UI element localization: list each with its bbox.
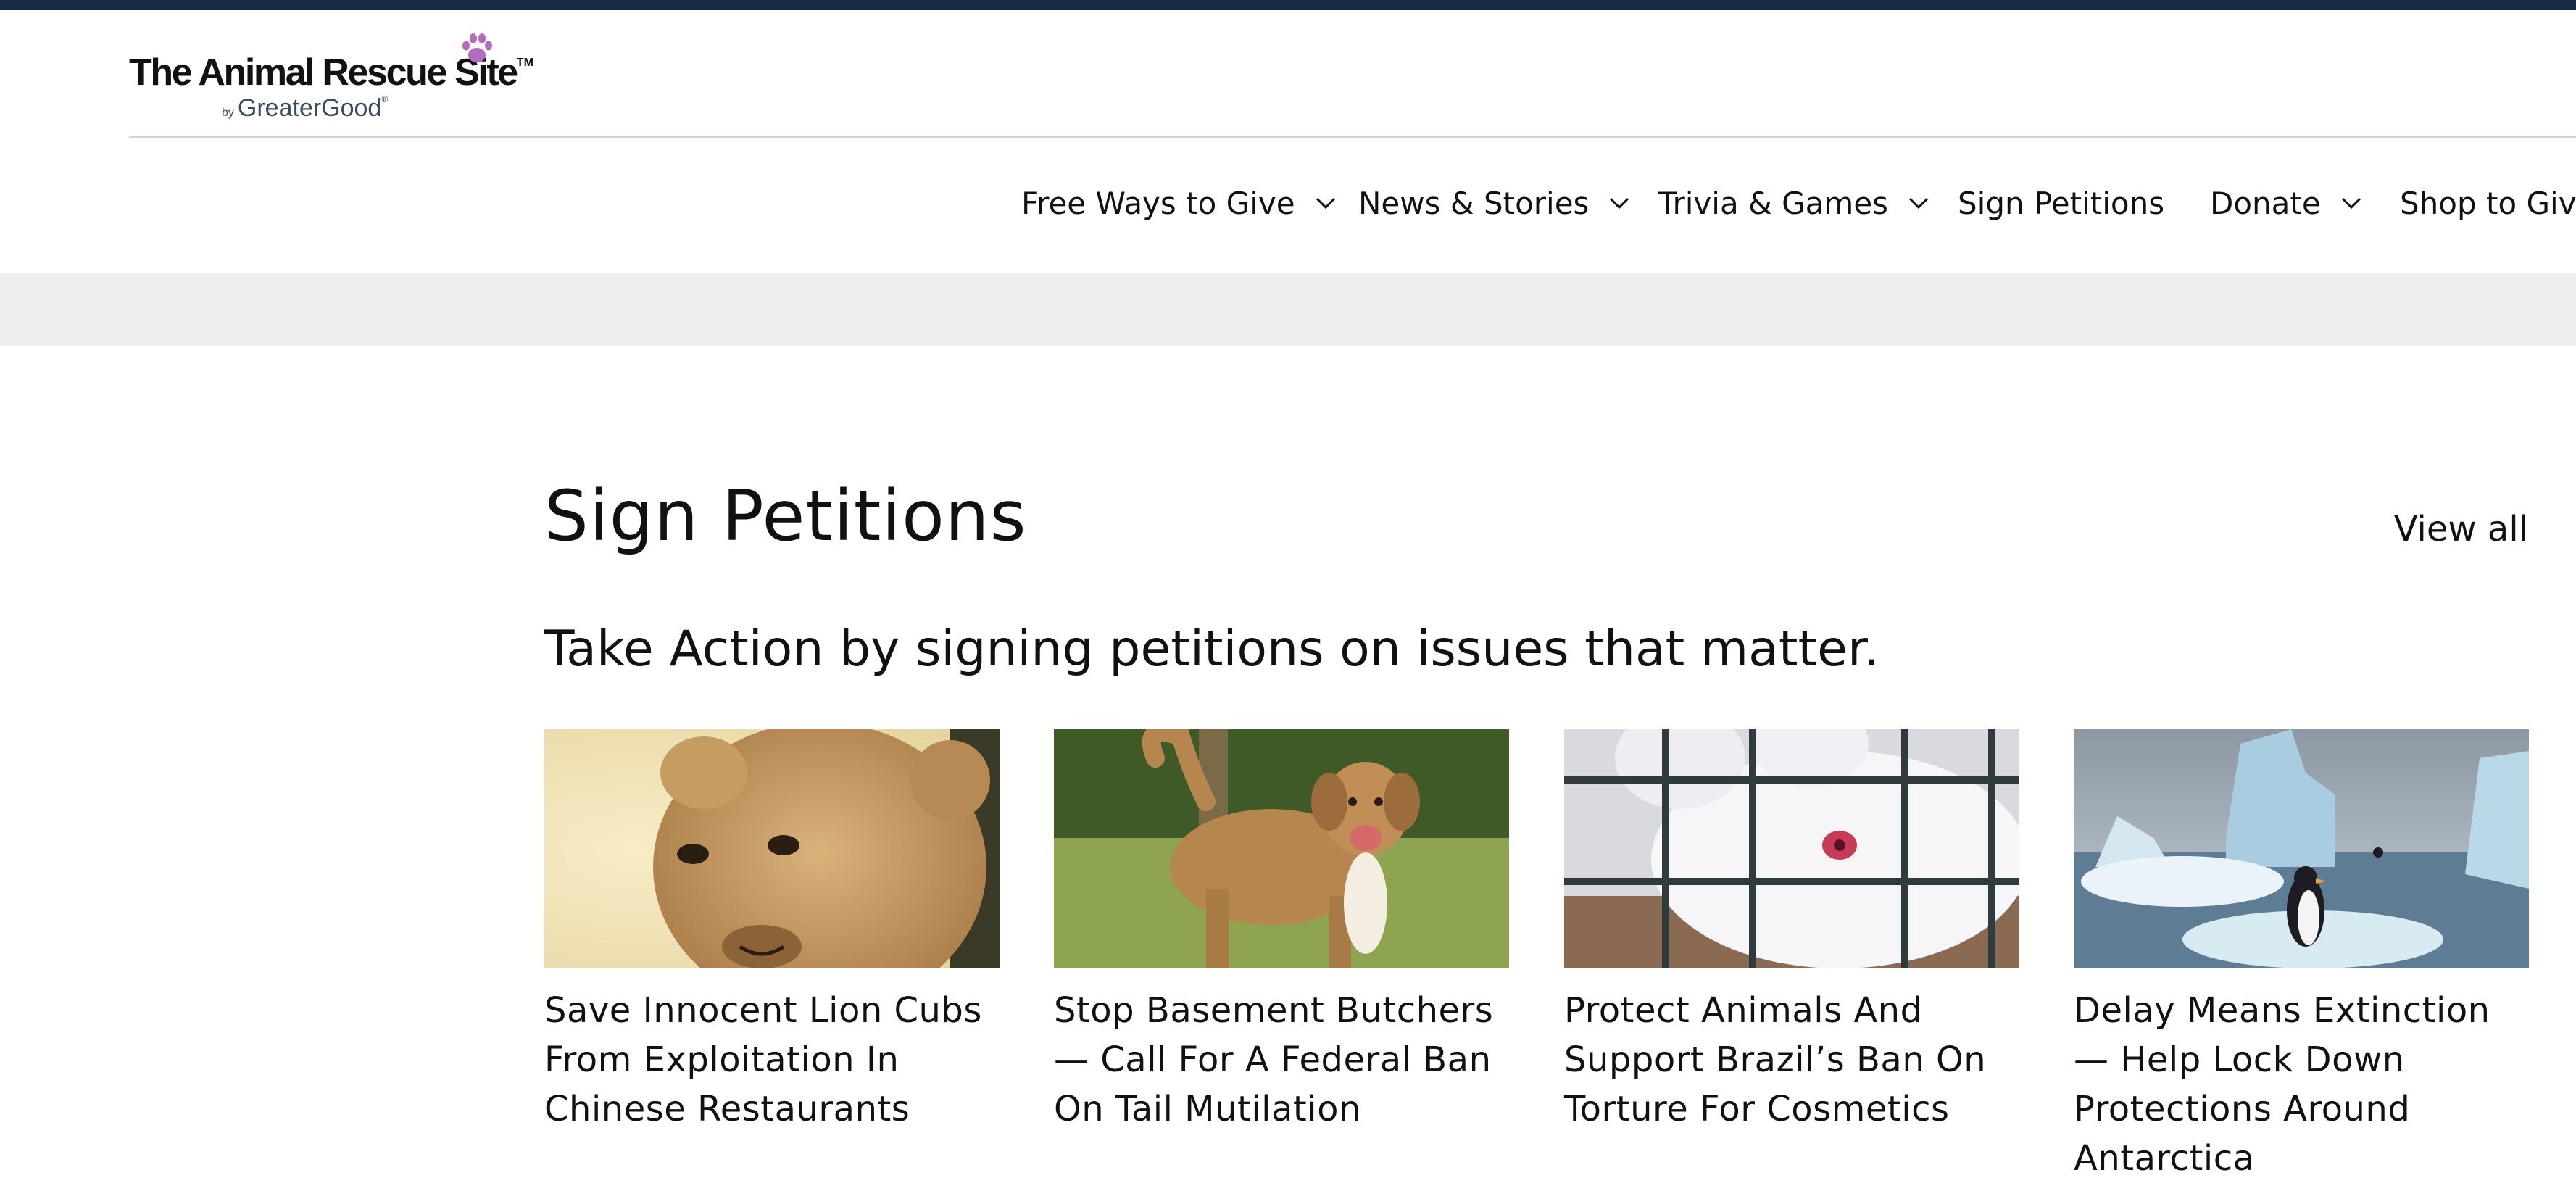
nav-item-label: Shop to Give	[2400, 185, 2576, 221]
petition-card-title[interactable]: Stop Basement Butchers— Call For A Feder…	[1054, 986, 1509, 1134]
rabbit-in-cage-photo[interactable]	[1564, 729, 2019, 968]
lion-cub-photo[interactable]	[544, 729, 1000, 968]
nav-item-news-stories[interactable]: News & Stories	[1358, 180, 1629, 226]
chevron-down-icon	[1909, 197, 1929, 209]
nav-item-label: Free Ways to Give	[1021, 185, 1295, 221]
dog-photo[interactable]	[1054, 729, 1509, 968]
paw-icon	[462, 33, 492, 62]
petition-card[interactable]: Save Innocent Lion Cubs From Exploitatio…	[544, 729, 1000, 1134]
chevron-down-icon	[1316, 197, 1335, 209]
section-title: Sign Petitions	[544, 476, 1027, 557]
top-stripe	[0, 0, 2576, 10]
section-subtitle: Take Action by signing petitions on issu…	[544, 620, 1879, 678]
view-all-link[interactable]: View all	[2394, 509, 2528, 549]
nav-item-sign-petitions[interactable]: Sign Petitions	[1958, 180, 2164, 226]
nav-item-free-ways-to-give[interactable]: Free Ways to Give	[1021, 180, 1336, 226]
chevron-down-icon	[2341, 197, 2361, 209]
nav-item-label: Sign Petitions	[1958, 185, 2165, 221]
petition-card[interactable]: Stop Basement Butchers— Call For A Feder…	[1054, 729, 1509, 1134]
nav-item-donate[interactable]: Donate	[2210, 180, 2361, 226]
nav-item-label: News & Stories	[1358, 185, 1590, 221]
grey-banner-strip	[0, 273, 2576, 346]
penguin-on-ice-photo[interactable]	[2074, 729, 2529, 968]
nav-item-label: Donate	[2210, 185, 2321, 221]
petition-card-title[interactable]: Save Innocent Lion Cubs From Exploitatio…	[544, 986, 1000, 1134]
logo-brand: GreaterGood	[237, 94, 382, 122]
petition-card[interactable]: Delay Means Extinction — Help Lock Down …	[2074, 729, 2529, 1183]
petition-card-title[interactable]: Delay Means Extinction — Help Lock Down …	[2074, 986, 2529, 1183]
petition-card[interactable]: Protect Animals And Support Brazil’s Ban…	[1564, 729, 2019, 1134]
header-divider	[129, 136, 2576, 138]
nav-item-label: Trivia & Games	[1658, 185, 1889, 221]
nav-item-trivia-games[interactable]: Trivia & Games	[1658, 180, 1929, 226]
nav-item-shop-to-give[interactable]: Shop to Give	[2400, 180, 2576, 226]
chevron-down-icon	[1610, 197, 1629, 209]
petition-card-title[interactable]: Protect Animals And Support Brazil’s Ban…	[1564, 986, 2019, 1134]
logo-trademark: TM	[516, 57, 533, 69]
logo-name: The Animal Rescue Site	[129, 51, 518, 94]
logo-byline: by GreaterGood®	[222, 94, 388, 123]
logo-by: by	[222, 107, 234, 119]
site-logo[interactable]: The Animal Rescue SiteTM by GreaterGood®	[129, 32, 533, 126]
logo-registered: ®	[381, 94, 389, 104]
